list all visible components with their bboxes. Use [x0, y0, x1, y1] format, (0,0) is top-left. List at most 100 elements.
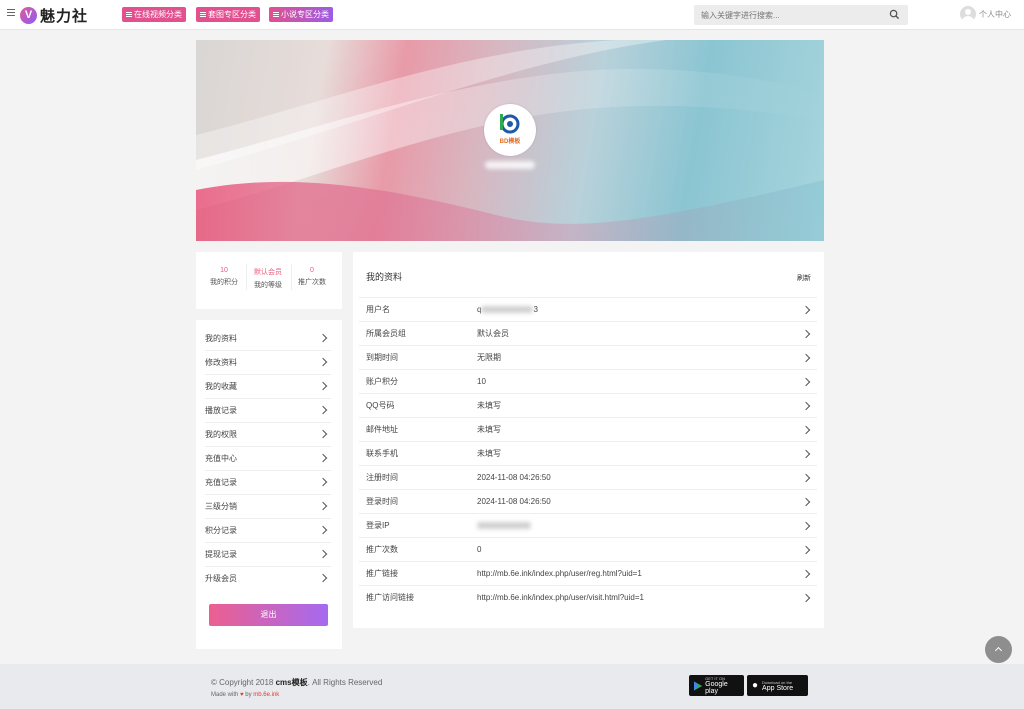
side-menu-item[interactable]: 充值记录 [205, 471, 331, 495]
logout-button[interactable]: 退出 [209, 604, 328, 626]
chevron-right-icon [318, 453, 328, 463]
row-key: 推广访问链接 [366, 593, 414, 602]
profile-row[interactable]: 联系手机 未填写 [359, 441, 817, 465]
side-menu-label: 充值中心 [205, 454, 237, 463]
side-menu-label: 修改资料 [205, 358, 237, 367]
user-center-link[interactable]: 个人中心 [960, 6, 1011, 22]
search-input[interactable] [694, 5, 874, 26]
heart-icon: ♥ [240, 692, 244, 698]
side-menu-label: 积分记录 [205, 526, 237, 535]
side-menu-item[interactable]: 修改资料 [205, 351, 331, 375]
profile-row-username[interactable]: 用户名 q3 [359, 297, 817, 321]
side-menu-item[interactable]: 三级分销 [205, 495, 331, 519]
side-menu-item[interactable]: 我的收藏 [205, 375, 331, 399]
profile-banner: BD模板 [196, 40, 824, 241]
profile-row[interactable]: 登录时间 2024-11-08 04:26:50 [359, 489, 817, 513]
chevron-right-icon [801, 305, 811, 315]
side-menu-item[interactable]: 升级会员 [205, 567, 331, 591]
logo-mark: V [20, 6, 37, 24]
row-value: 未填写 [477, 425, 501, 434]
profile-row-login-ip[interactable]: 登录IP [359, 513, 817, 537]
site-footer: © Copyright 2018 cms模板. All Rights Reser… [0, 664, 1024, 709]
made-with-text: Made with ♥ by mb.6e.ink [211, 692, 280, 698]
profile-row[interactable]: 到期时间 无限期 [359, 345, 817, 369]
chevron-right-icon [318, 429, 328, 439]
back-to-top-button[interactable] [985, 636, 1012, 663]
side-menu-label: 我的资料 [205, 334, 237, 343]
user-avatar-icon [960, 6, 976, 22]
stat-points[interactable]: 10 我的积分 [208, 267, 240, 287]
search-box [694, 5, 908, 26]
chevron-right-icon [801, 545, 811, 555]
side-menu-item[interactable]: 我的资料 [205, 327, 331, 351]
stat-value: 10 [220, 267, 228, 274]
row-value: 0 [477, 545, 482, 554]
profile-row[interactable]: QQ号码 未填写 [359, 393, 817, 417]
stat-referrals[interactable]: 0 推广次数 [294, 267, 330, 287]
stat-label: 我的积分 [210, 279, 238, 286]
user-center-label: 个人中心 [979, 9, 1011, 19]
row-value: 10 [477, 377, 486, 386]
row-value: http://mb.6e.ink/index.php/user/visit.ht… [477, 593, 644, 602]
profile-row[interactable]: 邮件地址 未填写 [359, 417, 817, 441]
side-menu-label: 提现记录 [205, 550, 237, 559]
search-icon[interactable] [889, 9, 900, 20]
stat-label: 我的等级 [254, 282, 282, 289]
profile-title: 我的资料 [366, 272, 403, 282]
copyright-brand[interactable]: cms模板 [276, 678, 308, 687]
chevron-right-icon [318, 477, 328, 487]
made-by-link[interactable]: mb.6e.ink [253, 692, 279, 698]
row-key: 登录IP [366, 521, 390, 530]
blurred-value [477, 522, 531, 530]
refresh-button[interactable]: 刷新 [797, 273, 811, 283]
profile-row[interactable]: 注册时间 2024-11-08 04:26:50 [359, 465, 817, 489]
profile-row[interactable]: 推广次数 0 [359, 537, 817, 561]
stat-level[interactable]: 默认会员 我的等级 [250, 267, 286, 290]
site-logo[interactable]: V 魅力社 [20, 6, 88, 25]
side-menu-label: 我的权限 [205, 430, 237, 439]
chevron-right-icon [801, 497, 811, 507]
google-play-icon [694, 680, 703, 691]
row-key: 联系手机 [366, 449, 398, 458]
side-menu-item[interactable]: 提现记录 [205, 543, 331, 567]
row-key: 所属会员组 [366, 329, 406, 338]
side-menu-label: 我的收藏 [205, 382, 237, 391]
side-menu-item[interactable]: 我的权限 [205, 423, 331, 447]
avatar-caption: BD模板 [499, 139, 521, 145]
profile-row[interactable]: 账户积分 10 [359, 369, 817, 393]
chevron-right-icon [801, 377, 811, 387]
row-value: q3 [477, 305, 538, 314]
row-key: 推广次数 [366, 545, 398, 554]
stat-divider [246, 264, 247, 290]
side-menu-item[interactable]: 充值中心 [205, 447, 331, 471]
profile-avatar[interactable]: BD模板 [484, 104, 536, 156]
copyright-text: © Copyright 2018 cms模板. All Rights Reser… [211, 678, 383, 687]
nav-button-gallery[interactable]: 套图专区分类 [196, 7, 260, 22]
chevron-right-icon [801, 329, 811, 339]
nav-button-video[interactable]: 在线视频分类 [122, 7, 186, 22]
nav-button-label: 小说专区分类 [281, 10, 329, 19]
profile-row[interactable]: 所属会员组 默认会员 [359, 321, 817, 345]
chevron-right-icon [318, 381, 328, 391]
list-icon [126, 11, 132, 18]
profile-row[interactable]: 推广访问链接 http://mb.6e.ink/index.php/user/v… [359, 585, 817, 609]
row-key: 用户名 [366, 305, 390, 314]
row-key: QQ号码 [366, 401, 395, 410]
chevron-right-icon [801, 521, 811, 531]
chevron-right-icon [801, 425, 811, 435]
profile-row[interactable]: 推广链接 http://mb.6e.ink/index.php/user/reg… [359, 561, 817, 585]
side-menu-item[interactable]: 积分记录 [205, 519, 331, 543]
chevron-right-icon [801, 353, 811, 363]
google-play-badge[interactable]: GET IT ON Google play [689, 675, 744, 696]
top-navbar: V 魅力社 在线视频分类 套图专区分类 小说专区分类 个人中心 [0, 0, 1024, 30]
apple-icon: ● [752, 680, 759, 691]
app-store-badge[interactable]: ● Download on the App Store [747, 675, 808, 696]
nav-button-novel[interactable]: 小说专区分类 [269, 7, 333, 22]
side-menu-item[interactable]: 播放记录 [205, 399, 331, 423]
chevron-right-icon [318, 405, 328, 415]
hamburger-menu-icon[interactable] [7, 9, 15, 17]
row-value [477, 514, 531, 538]
row-value: http://mb.6e.ink/index.php/user/reg.html… [477, 569, 642, 578]
row-value: 未填写 [477, 401, 501, 410]
user-stats-card: 10 我的积分 默认会员 我的等级 0 推广次数 [196, 252, 342, 309]
